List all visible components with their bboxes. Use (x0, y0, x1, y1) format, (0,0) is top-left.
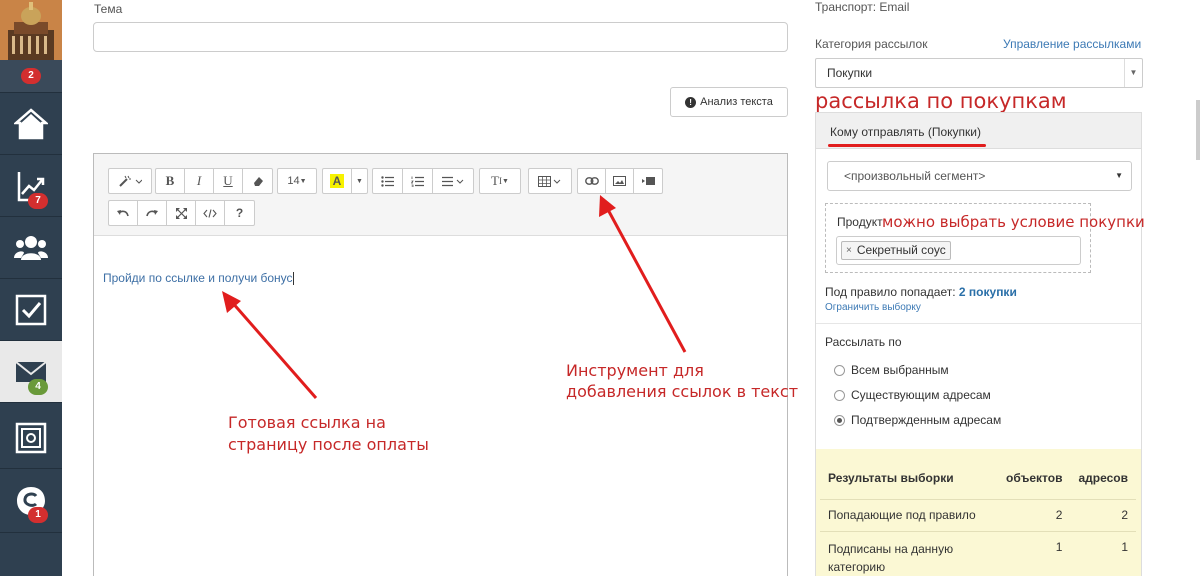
radio-button[interactable] (834, 389, 845, 401)
segment-select-value: <произвольный сегмент> (844, 169, 986, 183)
recipients-panel-header: Кому отправлять (Покупки) (816, 113, 1141, 149)
send-by-label: Рассылать по (825, 335, 902, 349)
radio-all-selected[interactable]: Всем выбранным (834, 363, 949, 377)
product-label: Продукт (837, 215, 883, 229)
ready-link-note-line2: страницу после оплаты (228, 435, 429, 454)
ready-link-note: Готовая ссылка на страницу после оплаты (228, 412, 429, 456)
row-addresses: 2 (1070, 499, 1136, 532)
table-row: Попадающие под правило 2 2 (820, 499, 1136, 532)
arrow-to-link-tool (599, 195, 687, 353)
recipients-panel: Кому отправлять (Покупки) <произвольный … (815, 112, 1142, 576)
radio-confirmed-addresses[interactable]: Подтвержденным адресам (834, 413, 1001, 427)
radio-button[interactable] (834, 364, 845, 376)
link-tool-note-line1: Инструмент для (566, 361, 704, 380)
manage-mailings-link[interactable]: Управление рассылками (1003, 37, 1141, 51)
radio-existing-addresses[interactable]: Существующим адресам (834, 388, 991, 402)
product-tag-input[interactable]: × Секретный соус (836, 236, 1081, 265)
arrow-to-link-text (222, 291, 318, 399)
divider (816, 323, 1141, 324)
results-table: Результаты выборки объектов адресов Попа… (820, 457, 1136, 576)
annotation-underline (828, 144, 986, 147)
results-header-objects: объектов (998, 457, 1071, 500)
results-header-addresses: адресов (1070, 457, 1136, 500)
rule-match-line: Под правило попадает: 2 покупки (825, 285, 1017, 299)
radio-label: Всем выбранным (851, 363, 949, 377)
chevron-down-icon: ▼ (1124, 59, 1142, 87)
product-tag: × Секретный соус (841, 241, 951, 260)
product-tag-label: Секретный соус (856, 243, 946, 257)
radio-label: Подтвержденным адресам (851, 413, 1002, 427)
page-scrollbar[interactable] (1196, 100, 1200, 160)
transport-label: Транспорт: Email (815, 0, 910, 14)
category-select-value: Покупки (827, 66, 873, 80)
row-label: Подписаны на данную категорию (820, 531, 999, 576)
row-objects: 1 (998, 531, 1071, 576)
app-root: 2 7 4 1 Тема ! Анализ текста B I U 14 ▼ … (0, 0, 1200, 576)
row-label: Попадающие под правило (820, 499, 999, 532)
row-objects: 2 (998, 499, 1071, 532)
purchase-condition-note: можно выбрать условие покупки (882, 213, 1145, 231)
segment-select[interactable]: <произвольный сегмент> ▼ (827, 161, 1132, 191)
recipients-panel-title: Кому отправлять (Покупки) (830, 125, 981, 139)
limit-selection-link[interactable]: Ограничить выборку (825, 302, 921, 313)
link-tool-note-line2: добавления ссылок в текст (566, 382, 799, 401)
radio-label: Существующим адресам (851, 388, 991, 402)
remove-tag-icon[interactable]: × (846, 242, 852, 259)
chevron-down-icon: ▼ (1115, 171, 1123, 180)
category-label: Категория рассылок (815, 37, 928, 51)
results-header-row: Результаты выборки объектов адресов (820, 457, 1136, 500)
rule-match-count[interactable]: 2 покупки (959, 285, 1017, 299)
link-tool-note: Инструмент для добавления ссылок в текст (566, 360, 798, 402)
rule-match-prefix: Под правило попадает: (825, 285, 956, 299)
ready-link-note-line1: Готовая ссылка на (228, 413, 386, 432)
results-header-label: Результаты выборки (820, 457, 999, 500)
purchase-mailing-note: рассылка по покупкам (815, 89, 1067, 113)
radio-button-selected[interactable] (834, 414, 845, 426)
row-addresses: 1 (1070, 531, 1136, 576)
results-block: Результаты выборки объектов адресов Попа… (816, 449, 1141, 576)
category-select[interactable]: Покупки ▼ (815, 58, 1143, 88)
table-row: Подписаны на данную категорию 1 1 (820, 531, 1136, 576)
